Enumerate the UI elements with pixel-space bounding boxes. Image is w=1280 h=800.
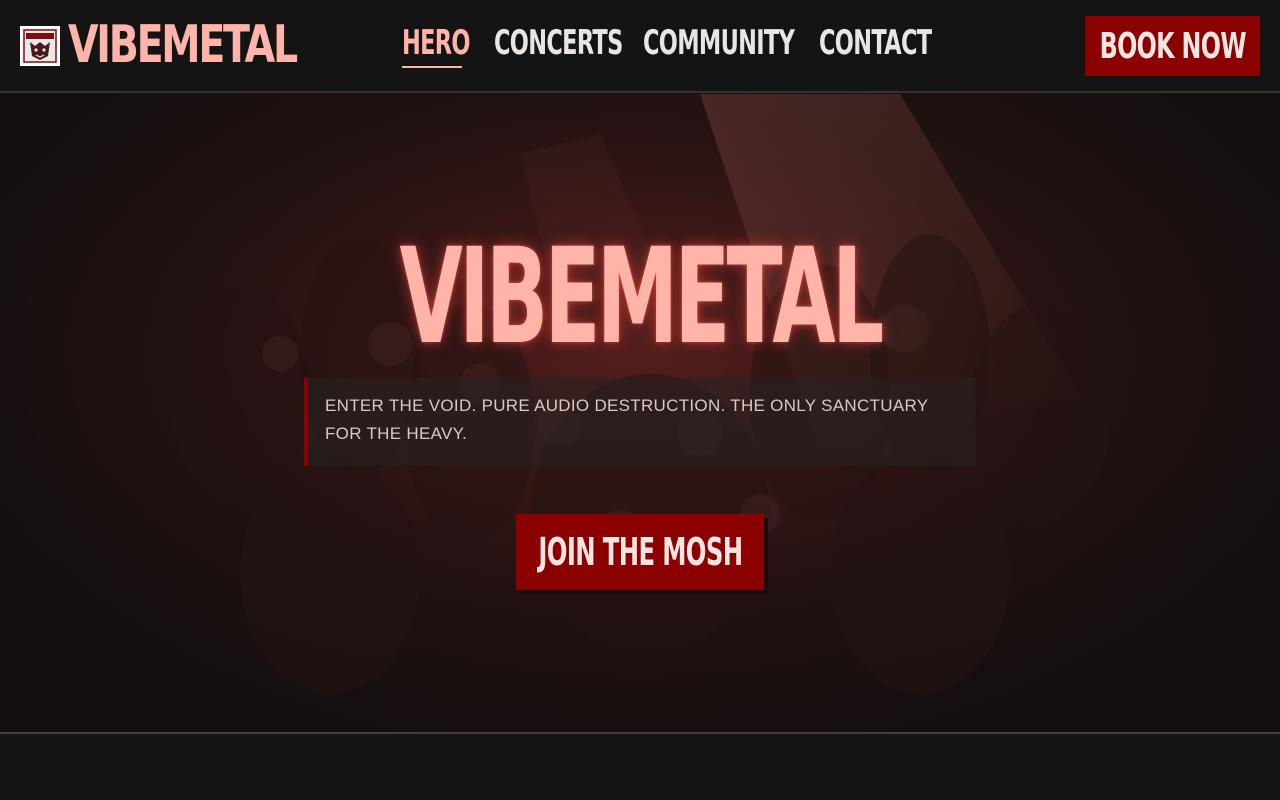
book-now-label: BOOK NOW	[1099, 25, 1246, 67]
hero-section: VIBEMETAL ENTER THE VOID. PURE AUDIO DES…	[0, 94, 1280, 732]
hero-title: VIBEMETAL	[399, 220, 885, 374]
join-the-mosh-label: JOIN THE MOSH	[537, 530, 743, 574]
demon-crest-icon[interactable]	[20, 26, 60, 66]
nav-item-hero[interactable]: HERO	[402, 20, 470, 68]
nav-item-community[interactable]: COMMUNITY	[643, 20, 795, 68]
book-now-button[interactable]: BOOK NOW	[1085, 16, 1260, 76]
hero-tagline: ENTER THE VOID. PURE AUDIO DESTRUCTION. …	[325, 396, 929, 443]
next-section	[0, 734, 1280, 800]
nav-item-concerts[interactable]: CONCERTS	[494, 20, 623, 68]
tagline-box: ENTER THE VOID. PURE AUDIO DESTRUCTION. …	[304, 378, 976, 466]
site-header: VIBEMETAL HERO CONCERTS COMMUNITY CONTAC…	[0, 0, 1280, 93]
join-the-mosh-button[interactable]: JOIN THE MOSH	[516, 514, 764, 590]
nav-item-contact[interactable]: CONTACT	[819, 20, 932, 68]
nav-active-underline	[402, 66, 462, 68]
brand-logo-text[interactable]: VIBEMETAL	[68, 14, 298, 76]
